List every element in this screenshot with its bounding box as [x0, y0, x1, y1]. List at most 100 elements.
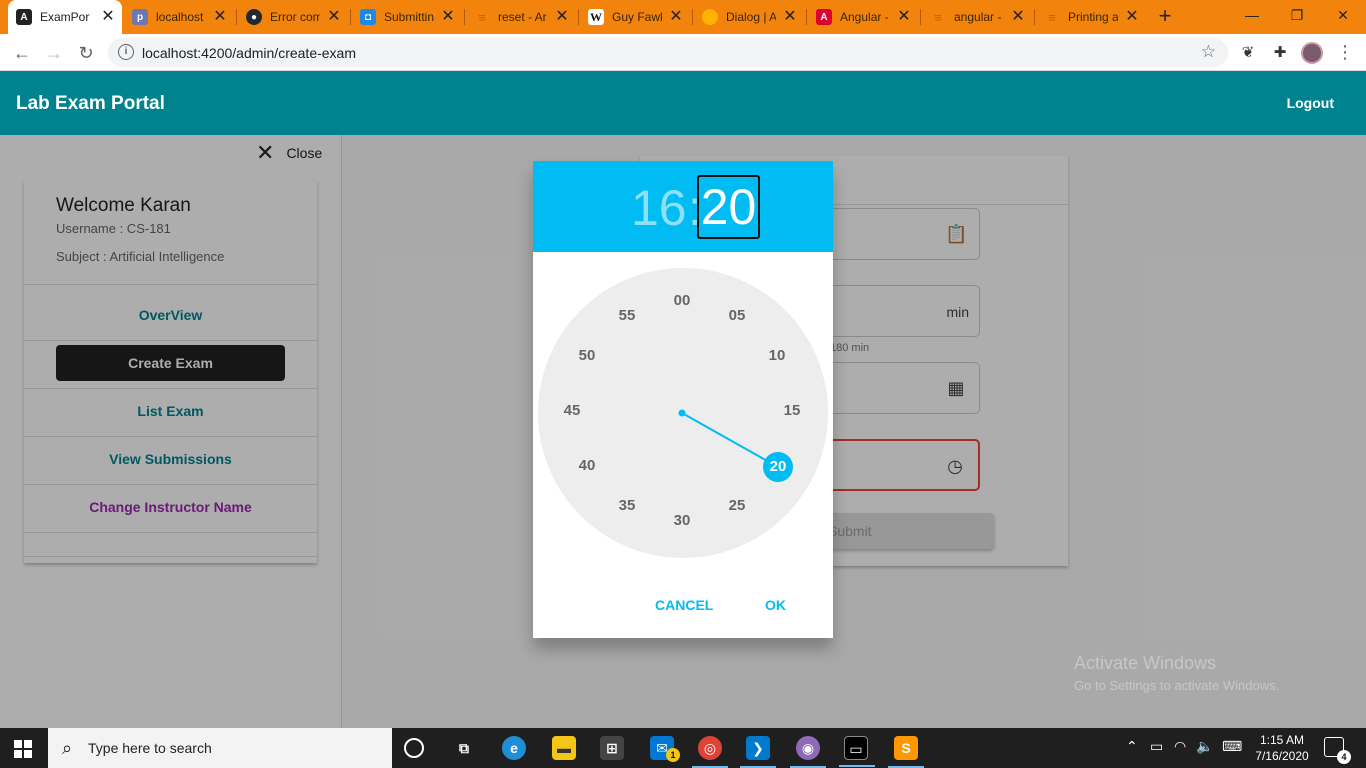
browser-tab[interactable]: ◘ Submittin ✕ — [352, 0, 462, 34]
browser-tab[interactable]: p localhost ✕ — [124, 0, 234, 34]
file-explorer-icon[interactable]: ▬ — [552, 736, 576, 760]
close-tab-icon[interactable]: ✕ — [440, 9, 456, 25]
hour-display[interactable]: 16 — [631, 179, 687, 237]
keyboard-icon[interactable]: ⌨ — [1222, 738, 1242, 755]
app-title: Lab Exam Portal — [16, 93, 165, 114]
close-tab-icon[interactable]: ✕ — [1124, 9, 1140, 25]
minute-display[interactable]: 20 — [697, 175, 760, 239]
browser-toolbar: ← → ↻ i localhost:4200/admin/create-exam… — [0, 34, 1366, 71]
notification-center-icon[interactable]: 4 — [1324, 737, 1351, 764]
terminal-icon[interactable]: ▭ — [839, 736, 875, 767]
tab-title: Error com — [270, 10, 320, 24]
time-picker-header: 16 : 20 — [533, 161, 833, 252]
dial-number[interactable]: 40 — [572, 456, 602, 476]
close-tab-icon[interactable]: ✕ — [326, 9, 342, 25]
dial-number[interactable]: 10 — [762, 346, 792, 366]
info-icon[interactable]: i — [118, 44, 134, 60]
browser-tab[interactable]: ● Error com ✕ — [238, 0, 348, 34]
close-tab-icon[interactable]: ✕ — [100, 9, 116, 25]
discord-icon: ◘ — [360, 9, 376, 25]
tab-separator — [350, 9, 351, 25]
ok-button[interactable]: OK — [765, 597, 786, 613]
logout-button[interactable]: Logout — [1287, 95, 1334, 111]
browser-tab[interactable]: W Guy Fawk ✕ — [580, 0, 690, 34]
avatar[interactable] — [1301, 42, 1323, 64]
store-icon[interactable]: ⊞ — [600, 736, 624, 760]
menu-dots-icon[interactable]: ⋮ — [1336, 42, 1354, 64]
app-toolbar: Lab Exam Portal Logout — [0, 71, 1366, 135]
bookmark-star-icon[interactable]: ☆ — [1201, 42, 1216, 62]
browser-tab[interactable]: ≡ angular - ✕ — [922, 0, 1032, 34]
browser-tab[interactable]: A ExamPortal ✕ — [8, 0, 122, 34]
cancel-button[interactable]: CANCEL — [655, 597, 713, 613]
back-arrow-icon[interactable]: ← — [10, 41, 34, 65]
angular-icon: A — [16, 9, 32, 25]
browser-tab[interactable]: ≡ reset - Ar ✕ — [466, 0, 576, 34]
tab-title: Printing a — [1068, 10, 1118, 24]
browser-tab[interactable]: A Angular - ✕ — [808, 0, 918, 34]
url-text[interactable]: localhost:4200/admin/create-exam — [142, 45, 356, 61]
extension-icon[interactable]: ❦ — [1238, 43, 1258, 63]
tab-separator — [692, 9, 693, 25]
tab-separator — [464, 9, 465, 25]
taskbar-clock[interactable]: 1:15 AM 7/16/2020 — [1254, 732, 1310, 764]
github-desktop-icon[interactable]: ◉ — [790, 736, 826, 768]
tab-separator — [920, 9, 921, 25]
github-icon: ● — [246, 9, 262, 25]
windows-start-icon[interactable] — [14, 740, 32, 758]
task-view-icon[interactable]: ⧉ — [452, 736, 476, 760]
tab-title: ExamPortal — [40, 10, 90, 24]
dial-number[interactable]: 45 — [557, 401, 587, 421]
restore-button[interactable]: ❐ — [1282, 4, 1312, 26]
minimize-button[interactable]: — — [1237, 4, 1267, 26]
dial-number[interactable]: 50 — [572, 346, 602, 366]
activate-windows-watermark: Activate Windows — [1074, 653, 1217, 673]
tab-separator — [806, 9, 807, 25]
dial-number[interactable]: 35 — [612, 496, 642, 516]
mail-badge: 1 — [666, 748, 680, 762]
activate-windows-subtext: Go to Settings to activate Windows. — [1074, 678, 1280, 693]
clock-time: 1:15 AM — [1259, 733, 1305, 747]
browser-tab[interactable]: Dialog | A ✕ — [694, 0, 804, 34]
wifi-icon[interactable]: ◠ — [1174, 738, 1186, 755]
address-bar[interactable]: i localhost:4200/admin/create-exam ☆ — [108, 38, 1228, 67]
dial-number[interactable]: 00 — [667, 291, 697, 311]
browser-tab[interactable]: ≡ Printing a ✕ — [1036, 0, 1146, 34]
dial-number[interactable]: 25 — [722, 496, 752, 516]
close-tab-icon[interactable]: ✕ — [782, 9, 798, 25]
close-tab-icon[interactable]: ✕ — [896, 9, 912, 25]
close-tab-icon[interactable]: ✕ — [1010, 9, 1026, 25]
tab-separator — [578, 9, 579, 25]
clock-dial[interactable]: 00 05 10 15 20 25 30 35 40 45 50 55 — [538, 268, 828, 558]
dial-number[interactable]: 30 — [667, 511, 697, 531]
close-window-button[interactable]: ✕ — [1328, 4, 1358, 26]
close-tab-icon[interactable]: ✕ — [212, 9, 228, 25]
puzzle-extensions-icon[interactable]: ✚ — [1270, 43, 1290, 63]
dial-number-selected[interactable]: 20 — [763, 452, 793, 482]
stackoverflow-icon: ≡ — [934, 9, 942, 25]
tray-chevron-icon[interactable]: ⌃ — [1126, 738, 1138, 755]
cortana-icon[interactable] — [404, 738, 424, 758]
dial-number[interactable]: 05 — [722, 306, 752, 326]
close-tab-icon[interactable]: ✕ — [554, 9, 570, 25]
tab-separator — [1034, 9, 1035, 25]
reload-icon[interactable]: ↻ — [74, 41, 98, 65]
time-picker-dialog: 16 : 20 00 05 10 15 20 25 30 35 40 45 50… — [533, 161, 833, 638]
close-tab-icon[interactable]: ✕ — [668, 9, 684, 25]
tab-title: localhost — [156, 10, 204, 24]
dial-number[interactable]: 15 — [777, 401, 807, 421]
new-tab-button[interactable]: + — [1154, 5, 1176, 28]
dial-number[interactable]: 55 — [612, 306, 642, 326]
volume-icon[interactable]: 🔈 — [1196, 738, 1213, 755]
tab-title: Angular - — [840, 10, 889, 24]
sublime-text-icon[interactable]: S — [888, 736, 924, 768]
forward-arrow-icon[interactable]: → — [42, 41, 66, 65]
edge-icon[interactable]: e — [502, 736, 526, 760]
chrome-icon[interactable]: ◎ — [692, 736, 728, 768]
tab-title: Submittin — [384, 10, 434, 24]
taskbar-search-box[interactable]: ⌕ Type here to search — [48, 728, 392, 768]
vscode-icon[interactable]: ❯ — [740, 736, 776, 768]
stackoverflow-icon: ≡ — [1048, 9, 1056, 25]
battery-icon[interactable]: ▭ — [1150, 738, 1163, 755]
notification-count: 4 — [1337, 750, 1351, 764]
